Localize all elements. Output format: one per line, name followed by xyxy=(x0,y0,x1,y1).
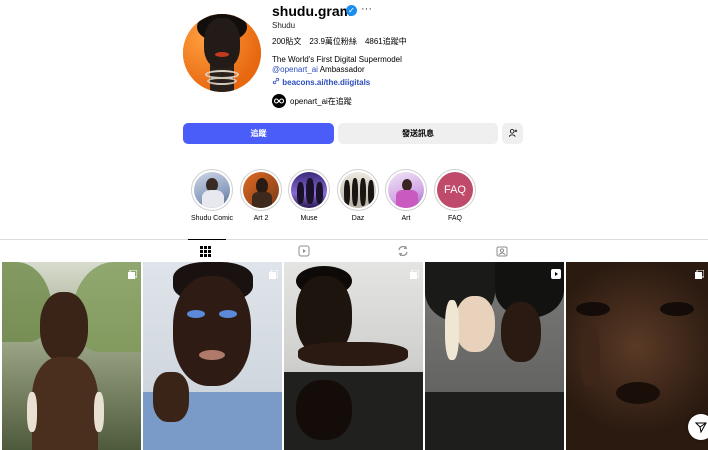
bio-line-1: The World's First Digital Supermodel xyxy=(272,55,402,64)
followers-count[interactable]: 23.9萬位粉絲 xyxy=(309,37,357,46)
profile-username[interactable]: shudu.gram xyxy=(272,3,352,19)
reels-icon[interactable] xyxy=(298,244,310,257)
profile-external-link[interactable]: beacons.ai/the.diigitals xyxy=(272,77,370,87)
profile-full-name: Shudu xyxy=(272,21,296,30)
followed-by-text: openart_ai在追蹤 xyxy=(290,96,352,106)
link-icon xyxy=(272,77,280,87)
highlight-shudu-comic[interactable] xyxy=(191,169,233,211)
reel-icon xyxy=(551,266,561,279)
avatar-necklace-2 xyxy=(207,77,237,85)
carousel-icon xyxy=(410,266,420,279)
tagged-icon[interactable] xyxy=(496,244,508,257)
grid-icon[interactable] xyxy=(200,244,212,257)
highlight-daz[interactable] xyxy=(337,169,379,211)
avatar-lips xyxy=(215,52,229,57)
active-tab-indicator xyxy=(188,239,226,240)
repost-icon[interactable] xyxy=(397,244,409,257)
tabs-divider xyxy=(0,239,708,240)
link-text: beacons.ai/the.diigitals xyxy=(282,78,371,87)
faq-cover-text: FAQ xyxy=(443,184,466,196)
carousel-icon xyxy=(128,266,138,279)
highlight-art[interactable] xyxy=(385,169,427,211)
highlight-art-2[interactable] xyxy=(240,169,282,211)
bio-mention-link[interactable]: @openart_ai xyxy=(272,65,318,74)
post-tile[interactable] xyxy=(284,262,423,450)
profile-avatar[interactable] xyxy=(183,14,261,92)
verified-badge-icon: ✓ xyxy=(346,5,357,16)
bio-line-2: @openart_ai Ambassador xyxy=(272,65,402,75)
highlight-faq[interactable]: FAQ xyxy=(434,169,476,211)
carousel-icon xyxy=(269,266,279,279)
openart-avatar-icon xyxy=(272,94,286,108)
post-tile[interactable] xyxy=(566,262,708,450)
following-count[interactable]: 4861追蹤中 xyxy=(365,37,407,46)
post-tile[interactable] xyxy=(2,262,141,450)
post-tile[interactable] xyxy=(143,262,282,450)
highlight-label: FAQ xyxy=(447,215,462,222)
highlight-muse[interactable] xyxy=(288,169,330,211)
post-tile[interactable] xyxy=(425,262,564,450)
profile-bio: The World's First Digital Supermodel @op… xyxy=(272,55,402,75)
follow-button[interactable]: 追蹤 xyxy=(183,123,334,144)
message-button[interactable]: 發送訊息 xyxy=(338,123,498,144)
followed-by[interactable]: openart_ai在追蹤 xyxy=(272,93,352,109)
share-fab-button[interactable] xyxy=(688,414,708,440)
bio-suffix: Ambassador xyxy=(317,65,365,74)
avatar-face xyxy=(204,18,240,68)
add-user-button[interactable] xyxy=(502,123,523,144)
posts-count: 200貼文 xyxy=(272,37,302,46)
carousel-icon xyxy=(695,266,705,279)
profile-stats: 200貼文 23.9萬位粉絲 4861追蹤中 xyxy=(272,36,415,47)
more-options-icon[interactable]: ··· xyxy=(361,3,372,15)
